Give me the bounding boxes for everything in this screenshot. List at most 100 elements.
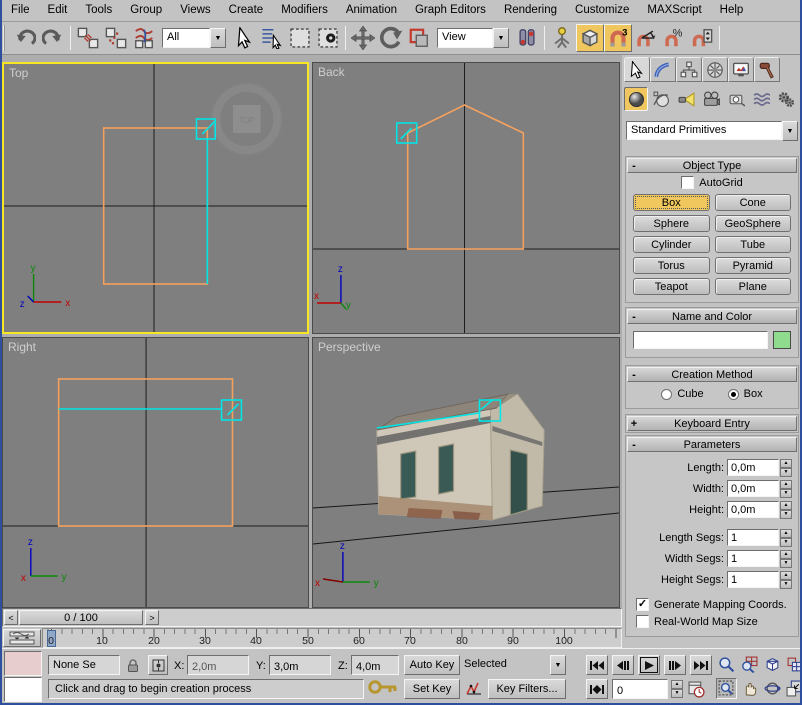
cylinder-button[interactable]: Cylinder xyxy=(633,236,710,253)
tab-utilities-icon[interactable] xyxy=(754,57,780,82)
open-mini-curve-editor-icon[interactable] xyxy=(3,629,41,647)
select-by-name-icon[interactable] xyxy=(258,24,286,52)
tab-create-icon[interactable] xyxy=(624,57,650,82)
select-and-move-icon[interactable] xyxy=(349,24,377,52)
previous-frame-icon[interactable] xyxy=(612,655,634,675)
menu-animation[interactable]: Animation xyxy=(337,0,406,21)
toolbar-drag-handle[interactable] xyxy=(3,25,8,51)
length-spinner[interactable]: ▲▼ xyxy=(780,459,792,476)
sphere-button[interactable]: Sphere xyxy=(633,215,710,232)
angle-snap-icon[interactable] xyxy=(632,24,660,52)
viewport-top[interactable]: Top TOP y xyxy=(2,62,309,334)
height-segs-field[interactable] xyxy=(727,571,779,588)
pan-view-icon[interactable] xyxy=(739,678,760,699)
menu-maxscript[interactable]: MAXScript xyxy=(638,0,710,21)
menu-help[interactable]: Help xyxy=(711,0,753,21)
length-segs-field[interactable] xyxy=(727,529,779,546)
keyboard-shortcut-override-icon[interactable] xyxy=(548,24,576,52)
keyboard-entry-rollout-header[interactable]: + Keyboard Entry xyxy=(627,416,797,431)
box-radio[interactable] xyxy=(728,389,739,400)
time-slider-track[interactable]: < 0 / 100 > xyxy=(2,608,622,627)
object-type-rollout-header[interactable]: - Object Type xyxy=(627,158,797,173)
window-crossing-toggle-icon[interactable] xyxy=(314,24,342,52)
length-field[interactable] xyxy=(727,459,779,476)
category-shapes-icon[interactable] xyxy=(649,87,673,111)
reference-coordinate-system-dropdown[interactable]: View ▼ xyxy=(437,28,509,48)
width-segs-field[interactable] xyxy=(727,550,779,567)
select-and-scale-icon[interactable] xyxy=(405,24,433,52)
tube-button[interactable]: Tube xyxy=(715,236,792,253)
tab-hierarchy-icon[interactable] xyxy=(676,57,702,82)
unlink-selection-icon[interactable] xyxy=(102,24,130,52)
pyramid-button[interactable]: Pyramid xyxy=(715,257,792,274)
tab-display-icon[interactable] xyxy=(728,57,754,82)
autogrid-checkbox[interactable] xyxy=(681,176,694,189)
time-slider-next-button[interactable]: > xyxy=(145,610,159,625)
width-segs-spinner[interactable]: ▲▼ xyxy=(780,550,792,567)
undo-icon[interactable] xyxy=(11,24,39,52)
viewport-top-label[interactable]: Top xyxy=(9,66,28,80)
cube-radio[interactable] xyxy=(661,389,672,400)
width-spinner[interactable]: ▲▼ xyxy=(780,480,792,497)
time-slider-handle[interactable]: 0 / 100 xyxy=(19,610,143,625)
key-mode-toggle-icon[interactable] xyxy=(586,679,608,699)
teapot-button[interactable]: Teapot xyxy=(633,278,710,295)
menu-tools[interactable]: Tools xyxy=(76,0,121,21)
viewport-back-label[interactable]: Back xyxy=(318,65,345,79)
height-field[interactable] xyxy=(727,501,779,518)
parameters-rollout-header[interactable]: - Parameters xyxy=(627,437,797,452)
key-filters-button[interactable]: Key Filters... xyxy=(488,679,566,699)
frame-spinner[interactable]: ▲▼ xyxy=(671,680,683,698)
category-space-warps-icon[interactable] xyxy=(749,87,773,111)
redo-icon[interactable] xyxy=(39,24,67,52)
key-filters-curve-icon[interactable] xyxy=(464,679,484,699)
menu-create[interactable]: Create xyxy=(220,0,273,21)
select-and-link-icon[interactable] xyxy=(74,24,102,52)
menu-group[interactable]: Group xyxy=(121,0,171,21)
go-to-end-icon[interactable] xyxy=(690,655,712,675)
zoom-extents-icon[interactable] xyxy=(762,654,783,675)
menu-customize[interactable]: Customize xyxy=(566,0,638,21)
y-coord-field[interactable] xyxy=(269,655,331,675)
dropdown-arrow-icon[interactable]: ▼ xyxy=(550,655,566,675)
menu-rendering[interactable]: Rendering xyxy=(495,0,566,21)
selection-lock-icon[interactable] xyxy=(124,656,142,674)
track-bar-ruler[interactable]: 0 10 20 30 40 50 60 70 80 90 100 xyxy=(42,628,622,648)
selection-filter-dropdown[interactable]: All ▼ xyxy=(162,28,226,48)
height-segs-spinner[interactable]: ▲▼ xyxy=(780,571,792,588)
x-coord-field[interactable] xyxy=(187,655,249,675)
menu-graph-editors[interactable]: Graph Editors xyxy=(406,0,495,21)
name-color-rollout-header[interactable]: - Name and Color xyxy=(627,309,797,324)
length-segs-spinner[interactable]: ▲▼ xyxy=(780,529,792,546)
play-animation-icon[interactable] xyxy=(638,655,660,675)
width-field[interactable] xyxy=(727,480,779,497)
snaps-toggle-icon[interactable] xyxy=(576,24,604,52)
category-cameras-icon[interactable] xyxy=(699,87,723,111)
creation-method-rollout-header[interactable]: - Creation Method xyxy=(627,367,797,382)
object-name-field[interactable] xyxy=(633,331,768,349)
cone-button[interactable]: Cone xyxy=(715,194,792,211)
real-world-map-size-checkbox[interactable] xyxy=(636,615,649,628)
box-button[interactable]: Box xyxy=(633,194,710,211)
select-object-icon[interactable] xyxy=(230,24,258,52)
tab-modify-icon[interactable] xyxy=(650,57,676,82)
set-key-button[interactable]: Set Key xyxy=(404,679,460,699)
category-systems-icon[interactable] xyxy=(774,87,798,111)
viewport-right-label[interactable]: Right xyxy=(8,340,36,354)
select-and-rotate-icon[interactable] xyxy=(377,24,405,52)
next-frame-icon[interactable] xyxy=(664,655,686,675)
geosphere-button[interactable]: GeoSphere xyxy=(715,215,792,232)
dropdown-arrow-icon[interactable]: ▼ xyxy=(493,28,509,48)
viewport-perspective[interactable]: Perspective xyxy=(312,337,620,608)
menu-modifiers[interactable]: Modifiers xyxy=(272,0,337,21)
set-keys-key-icon[interactable] xyxy=(366,675,400,699)
time-slider-prev-button[interactable]: < xyxy=(4,610,18,625)
time-configuration-icon[interactable] xyxy=(686,679,707,699)
viewport-perspective-label[interactable]: Perspective xyxy=(318,340,381,354)
spinner-snap-icon[interactable] xyxy=(688,24,716,52)
snap-3d-magnet-icon[interactable]: 3 xyxy=(604,24,632,52)
torus-button[interactable]: Torus xyxy=(633,257,710,274)
generate-mapping-coords-checkbox[interactable]: ✓ xyxy=(636,598,649,611)
tab-motion-icon[interactable] xyxy=(702,57,728,82)
auto-key-button[interactable]: Auto Key xyxy=(404,655,460,675)
